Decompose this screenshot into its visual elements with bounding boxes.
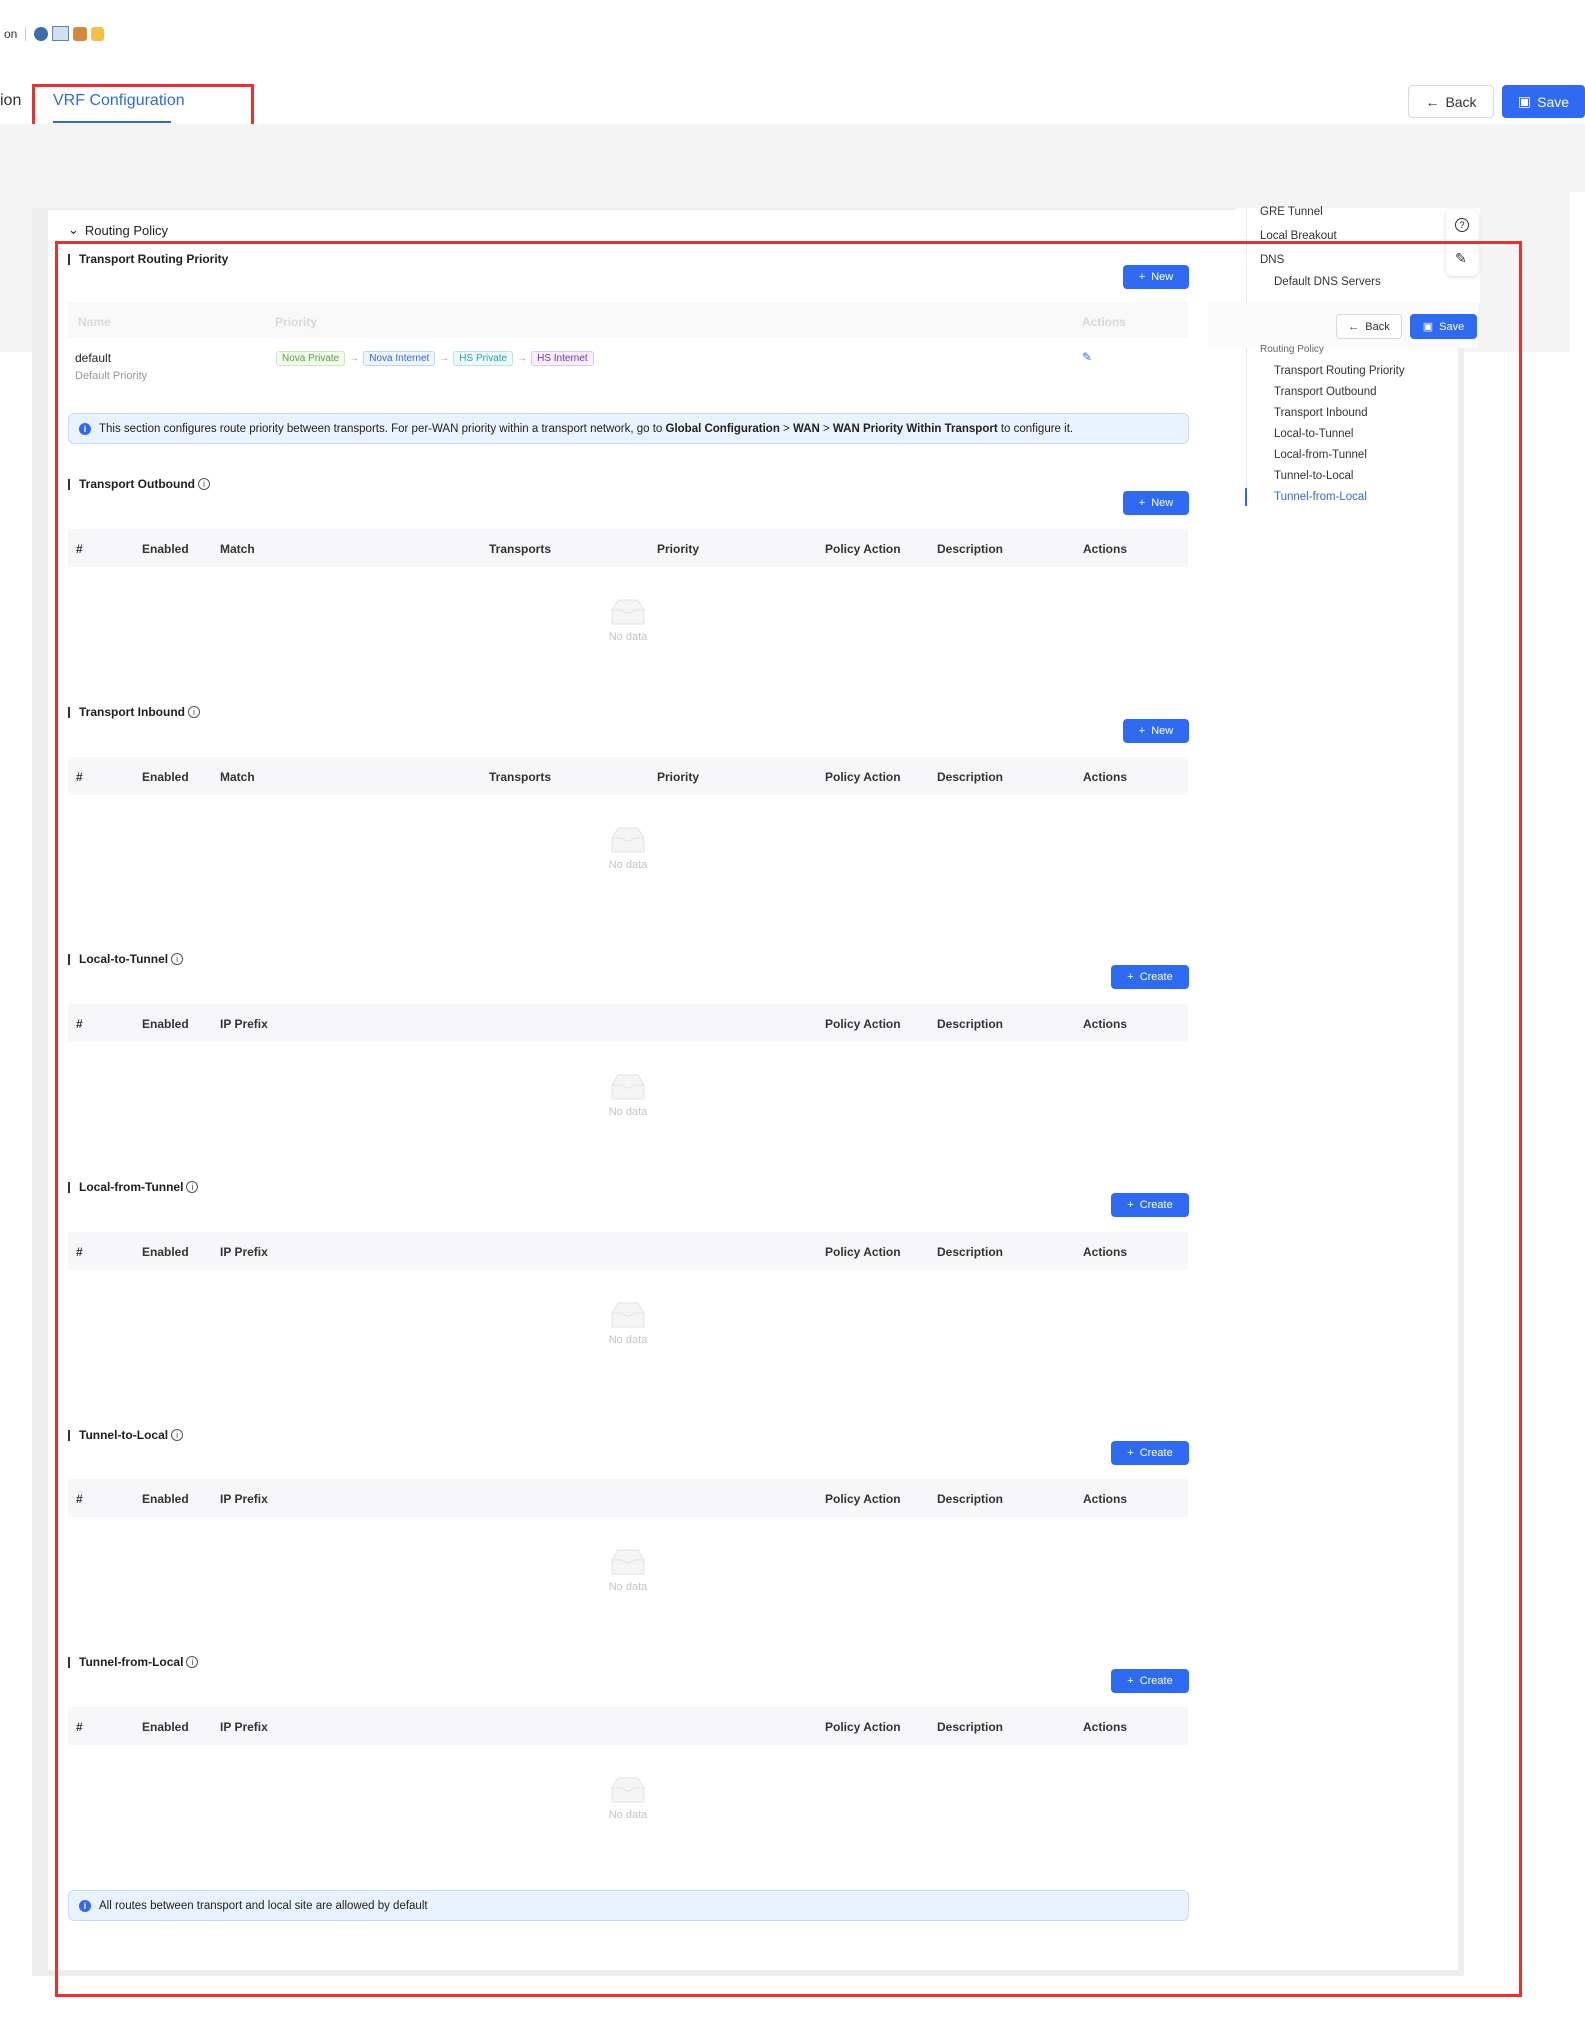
back-button-label: Back — [1445, 93, 1477, 110]
section-routing-policy[interactable]: ⌄ Routing Policy — [68, 222, 168, 238]
section-title: Routing Policy — [84, 222, 169, 238]
badge-icon[interactable] — [73, 26, 88, 41]
save-icon: ▣ — [1517, 93, 1532, 109]
highlight-box-content — [55, 241, 1522, 1997]
save-button-label: Save — [1537, 93, 1570, 110]
toc-item-gre-tunnel[interactable]: GRE Tunnel — [1260, 206, 1323, 218]
tab-previous[interactable]: ion — [0, 92, 21, 110]
toolbar-label: on — [4, 26, 18, 41]
back-button[interactable]: ← Back — [1408, 85, 1494, 118]
header-band — [0, 124, 1585, 192]
save-button[interactable]: ▣ Save — [1502, 85, 1585, 118]
chevron-down-icon: ⌄ — [68, 222, 79, 237]
divider — [25, 26, 27, 41]
help-icon[interactable]: ? — [1455, 218, 1469, 232]
globe-icon[interactable] — [34, 26, 49, 41]
arrow-left-icon: ← — [1425, 93, 1440, 110]
award-icon[interactable] — [91, 26, 105, 41]
top-icon-strip: on — [4, 26, 105, 41]
monitor-icon[interactable] — [52, 26, 70, 41]
